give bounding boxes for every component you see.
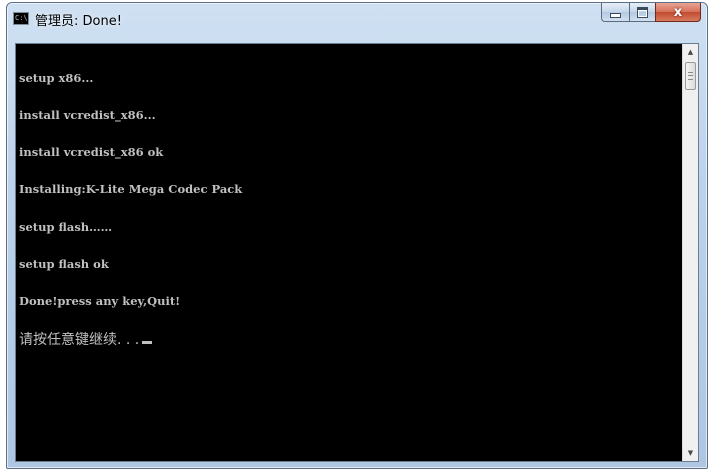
console-prompt-line: 请按任意键继续. . . (19, 332, 679, 348)
scroll-down-arrow-icon: ▼ (687, 449, 694, 457)
console-icon[interactable]: C:\ (13, 12, 29, 25)
console-line: setup flash ok (19, 256, 109, 271)
scroll-down-button[interactable]: ▼ (683, 445, 698, 461)
console-line: setup flash…… (19, 219, 113, 234)
close-button[interactable]: x (655, 3, 701, 22)
caption-buttons: x (601, 3, 701, 23)
console-line: install vcredist_x86... (19, 108, 156, 123)
console-window[interactable]: C:\ 管理员: Done! x setup x86... install vc… (6, 2, 708, 469)
console-line: Done!press any key,Quit! (19, 294, 181, 309)
scroll-up-arrow-icon: ▲ (687, 48, 694, 56)
console-line: Installing:K-Lite Mega Codec Pack (19, 182, 243, 197)
minimize-icon (610, 12, 621, 18)
maximize-button[interactable] (629, 3, 655, 22)
text-cursor (142, 341, 153, 345)
grip-icon (688, 72, 693, 80)
scrollbar-thumb[interactable] (685, 62, 696, 90)
console-line: setup x86... (19, 70, 94, 85)
minimize-button[interactable] (601, 3, 629, 22)
console-text: setup x86... install vcredist_x86... ins… (19, 47, 679, 373)
window-title: 管理员: Done! (35, 14, 122, 29)
close-icon: x (673, 4, 683, 20)
maximize-icon (637, 6, 648, 18)
console-line: install vcredist_x86 ok (19, 145, 164, 160)
scroll-up-button[interactable]: ▲ (683, 44, 698, 60)
vertical-scrollbar[interactable]: ▲ ▼ (682, 44, 698, 461)
title-bar[interactable]: C:\ 管理员: Done! x (7, 3, 707, 39)
console-prompt-text: 请按任意键继续. . . (19, 332, 140, 349)
console-output-area[interactable]: setup x86... install vcredist_x86... ins… (15, 43, 699, 462)
